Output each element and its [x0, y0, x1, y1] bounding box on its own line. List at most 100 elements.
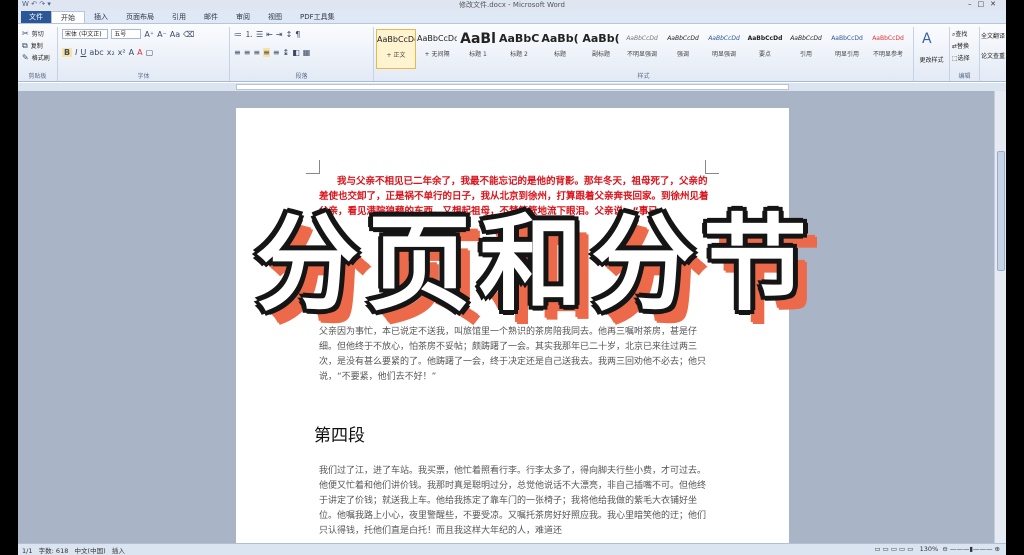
zoom-slider[interactable]: ———▮——— — [950, 545, 993, 553]
style-title[interactable]: AaBb(标题 — [540, 29, 580, 69]
italic-icon[interactable]: I — [75, 48, 77, 57]
close-button[interactable]: ✕ — [990, 0, 1002, 8]
shrink-font-icon[interactable]: A⁻ — [157, 30, 167, 39]
sort-icon[interactable]: ↕ — [286, 30, 293, 39]
paragraph-four[interactable]: 我们过了江，进了车站。我买票，他忙着照看行李。行李太多了，得向脚夫行些小费，才可… — [319, 464, 709, 553]
shading-icon[interactable]: ◧ — [292, 48, 300, 57]
editing-group-label: 编辑 — [958, 73, 971, 80]
tab-page-layout[interactable]: 页面布局 — [117, 11, 163, 23]
page-indicator[interactable]: 1/1 — [22, 547, 32, 555]
clear-format-icon[interactable]: ⌫ — [183, 30, 194, 39]
borders-icon[interactable]: ▦ — [303, 48, 311, 57]
style-subtitle[interactable]: AaBb(副标题 — [581, 29, 621, 69]
style-heading-2[interactable]: AaBbC 标题 2 — [499, 29, 539, 69]
window-controls[interactable]: –□✕ — [968, 0, 1002, 8]
tab-home[interactable]: 开始 — [51, 11, 85, 23]
style-sample: AaBbCcDd — [708, 35, 740, 42]
extras-group: 全文翻译 论文查重 — [980, 27, 1006, 81]
brush-icon: ✎ — [22, 53, 29, 62]
font-color-icon[interactable]: A — [137, 48, 142, 57]
style-sample: AaBbCcDd — [377, 35, 415, 44]
style-subtle-reference[interactable]: AaBbCcDd 不明显参考 — [868, 29, 908, 69]
scrollbar-thumb[interactable] — [997, 151, 1005, 271]
text-effect-icon[interactable]: A — [129, 48, 134, 57]
distributed-icon[interactable]: ≡ — [273, 48, 280, 57]
tab-insert[interactable]: 插入 — [85, 11, 117, 23]
style-sample: AaBbC — [499, 32, 539, 45]
font-size-combo[interactable]: 五号 — [111, 29, 142, 39]
paragraph-three[interactable]: 父亲因为事忙，本已说定不送我，叫旅馆里一个熟识的茶房陪我同去。他再三嘱咐茶房，甚… — [319, 325, 709, 400]
zoom-level[interactable]: 130% — [920, 545, 939, 553]
language-indicator[interactable]: 中文(中国) — [75, 547, 106, 555]
word-window: W ↶ ↷ ▾ 修改文件.docx - Microsoft Word –□✕ 文… — [18, 0, 1006, 555]
replace-button[interactable]: ⇄替换 — [952, 41, 969, 50]
style-name: 要点 — [758, 51, 771, 58]
subscript-icon[interactable]: x₂ — [107, 48, 115, 57]
tab-file[interactable]: 文件 — [21, 11, 51, 23]
style-heading-1[interactable]: AaBl 标题 1 — [458, 29, 498, 69]
insert-mode[interactable]: 插入 — [112, 547, 125, 555]
cut-label: 剪切 — [31, 31, 44, 38]
font-name-combo[interactable]: 宋体 (中文正) — [62, 29, 108, 39]
bold-icon[interactable]: B — [62, 48, 73, 57]
style-sample: AaBbCcDd — [417, 34, 457, 43]
format-painter-button[interactable]: ✎ 格式刷 — [22, 53, 50, 62]
minimize-button[interactable]: – — [968, 0, 978, 8]
multilevel-list-icon[interactable]: ☰ — [256, 30, 263, 39]
style-normal[interactable]: AaBbCcDd + 正文 — [376, 29, 416, 69]
strikethrough-icon[interactable]: abc — [89, 48, 103, 57]
align-center-icon[interactable]: ≡ — [244, 48, 251, 57]
paper-check-button[interactable]: 论文查重 — [980, 51, 1006, 60]
tab-pdf-tools[interactable]: PDF工具集 — [291, 11, 344, 23]
tab-review[interactable]: 审阅 — [227, 11, 259, 23]
style-subtle-emphasis[interactable]: AaBbCcDd 不明显强调 — [622, 29, 662, 69]
underline-icon[interactable]: U — [80, 48, 86, 57]
heading-fourth-section[interactable]: 第四段 — [314, 421, 365, 446]
find-button[interactable]: ⌕查找 — [952, 29, 967, 39]
horizontal-ruler[interactable] — [18, 83, 1006, 91]
line-spacing-icon[interactable]: ↨ — [283, 48, 290, 57]
maximize-button[interactable]: □ — [978, 0, 991, 8]
change-case-icon[interactable]: Aa — [170, 30, 180, 39]
tab-view[interactable]: 视图 — [259, 11, 291, 23]
select-button[interactable]: ⬚选择 — [952, 53, 970, 62]
align-left-icon[interactable]: ≡ — [234, 48, 241, 57]
style-no-spacing[interactable]: AaBbCcDd + 无间隔 — [417, 29, 457, 69]
cut-button[interactable]: ✂ 剪切 — [22, 29, 44, 38]
superscript-icon[interactable]: x² — [118, 48, 126, 57]
tab-mailings[interactable]: 邮件 — [195, 11, 227, 23]
tab-references[interactable]: 引用 — [163, 11, 195, 23]
vertical-scrollbar[interactable] — [994, 91, 1006, 543]
style-emphasis[interactable]: AaBbCcDd 强调 — [663, 29, 703, 69]
style-name: 引用 — [799, 51, 812, 58]
bullets-icon[interactable]: ≔ — [234, 30, 242, 39]
style-strong[interactable]: AaBbCcDd 要点 — [745, 29, 785, 69]
scissors-icon: ✂ — [22, 29, 29, 38]
translate-button[interactable]: 全文翻译 — [980, 31, 1006, 40]
word-count[interactable]: 字数: 618 — [39, 547, 69, 555]
style-name: 副标题 — [591, 51, 610, 58]
copy-button[interactable]: ⧉ 复制 — [22, 41, 43, 51]
change-styles-icon[interactable]: A — [922, 31, 932, 47]
view-buttons[interactable]: ▭ ▭ ▭ ▭ ▭ — [874, 545, 913, 553]
increase-indent-icon[interactable]: ⇥ — [276, 30, 283, 39]
style-sample: AaBl — [460, 31, 496, 47]
style-intense-emphasis[interactable]: AaBbCcDd 明显强调 — [704, 29, 744, 69]
decrease-indent-icon[interactable]: ⇤ — [266, 30, 273, 39]
styles-group: AaBbCcDd + 正文 AaBbCcDd + 无间隔 AaBl 标题 1 AaBb… — [374, 27, 914, 81]
zoom-out-icon[interactable]: ⊖ — [942, 545, 947, 553]
ribbon-tabs: 文件 开始 插入 页面布局 引用 邮件 审阅 视图 PDF工具集 — [18, 10, 1006, 24]
style-sample: AaBbCcDd — [626, 35, 658, 42]
show-marks-icon[interactable]: ¶ — [295, 30, 300, 39]
change-styles-label[interactable]: 更改样式 — [914, 55, 949, 64]
numbering-icon[interactable]: ⒈ — [245, 29, 253, 40]
zoom-in-icon[interactable]: ⊕ — [995, 545, 1000, 553]
document-page[interactable]: 我与父亲不相见已二年余了，我最不能忘记的是他的背影。那年冬天，祖母死了，父亲的差… — [236, 108, 789, 553]
style-intense-quote[interactable]: AaBbCcDd 明显引用 — [827, 29, 867, 69]
grow-font-icon[interactable]: A⁺ — [144, 30, 154, 39]
align-right-icon[interactable]: ≡ — [253, 48, 260, 57]
char-border-icon[interactable]: ▢ — [146, 48, 154, 57]
justify-icon[interactable]: ≡ — [263, 48, 270, 57]
style-sample: AaBbCcDd — [831, 35, 863, 42]
style-quote[interactable]: AaBbCcDd 引用 — [786, 29, 826, 69]
